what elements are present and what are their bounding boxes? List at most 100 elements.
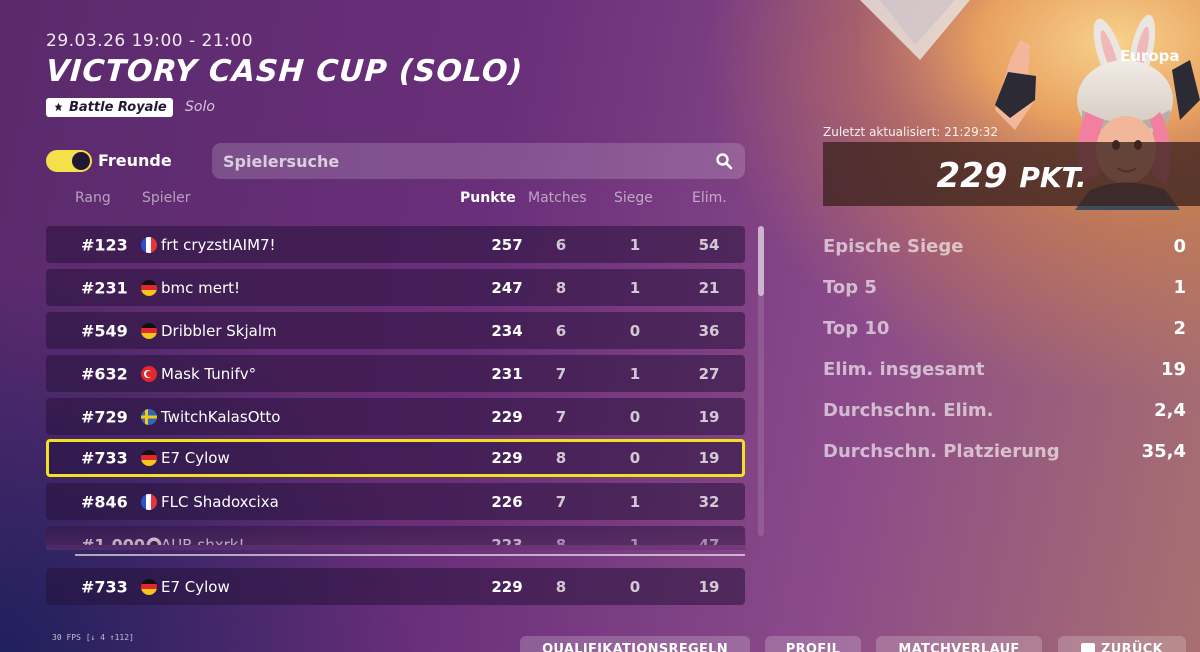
row-rank: #733 [81, 577, 128, 596]
row-player: E7 Cylow [161, 577, 230, 596]
row-matches: 8 [555, 577, 567, 596]
table-row[interactable]: #123 frt cryzstIAIM7! 257 6 1 54 [46, 226, 745, 263]
header-wins[interactable]: Siege [614, 190, 653, 206]
stat-label: Durchschn. Platzierung [823, 441, 1060, 462]
table-row[interactable]: #231 bmc mert! 247 8 1 21 [46, 269, 745, 306]
mode-subtitle: Solo [185, 99, 215, 115]
table-row[interactable]: #549 Dribbler Skjalm 234 6 0 36 [46, 312, 745, 349]
row-matches: 7 [555, 492, 567, 511]
table-row[interactable]: #632 Mask Tunifv° 231 7 1 27 [46, 355, 745, 392]
stat-value: 35,4 [1141, 441, 1186, 462]
last-updated: Zuletzt aktualisiert: 21:29:32 [823, 125, 999, 139]
table-row-current-player[interactable]: #733 E7 Cylow 229 8 0 19 [46, 439, 745, 477]
row-points: 247 [491, 278, 523, 297]
flag-de-icon [141, 322, 157, 339]
table-row[interactable]: #846 FLC Shadoxcixa 226 7 1 32 [46, 483, 745, 520]
row-wins: 0 [629, 407, 641, 426]
stat-label: Epische Siege [823, 236, 964, 257]
row-wins: 1 [629, 492, 641, 511]
row-rank: #231 [81, 278, 128, 297]
stat-value: 2,4 [1154, 400, 1186, 421]
row-player: bmc mert! [161, 278, 241, 297]
row-matches: 7 [555, 364, 567, 383]
list-scrollbar[interactable] [758, 226, 764, 536]
row-matches: 7 [555, 407, 567, 426]
search-input[interactable] [212, 143, 692, 179]
row-rank: #1.000 [81, 535, 146, 545]
mode-tag-label: Battle Royale [69, 100, 167, 115]
button-label: PROFIL [785, 642, 841, 652]
event-title: VICTORY CASH CUP (SOLO) [44, 54, 525, 89]
stat-value: 0 [1173, 236, 1186, 257]
row-player: Mask Tunifv° [161, 364, 257, 383]
row-wins: 0 [629, 577, 641, 596]
row-elims: 36 [698, 321, 720, 340]
row-player: E7 Cylow [161, 449, 230, 467]
flag-other-icon [146, 537, 162, 545]
row-elims: 19 [698, 407, 720, 426]
row-rank: #123 [81, 235, 128, 254]
table-row[interactable]: #729 TwitchKalasOtto 229 7 0 19 [46, 398, 745, 435]
header-elims[interactable]: Elim. [692, 190, 727, 206]
qualification-rules-button[interactable]: QUALIFIKATIONSREGELN [520, 636, 750, 652]
row-rank: #846 [81, 492, 128, 511]
stat-label: Top 5 [823, 277, 877, 298]
match-history-button[interactable]: MATCHVERLAUF [876, 636, 1042, 652]
row-wins: 1 [629, 278, 641, 297]
row-elims: 47 [698, 535, 720, 546]
table-row[interactable]: #1.000 AUR shxrk! 223 8 1 47 [46, 526, 745, 545]
row-matches: 6 [555, 321, 567, 340]
region-label: Europa [1120, 47, 1180, 65]
row-rank: #729 [81, 407, 128, 426]
scrollbar-thumb[interactable] [758, 226, 764, 296]
row-matches: 8 [555, 278, 567, 297]
row-wins: 1 [629, 535, 641, 546]
back-button[interactable]: ZURÜCK [1058, 636, 1186, 652]
stat-label: Elim. insgesamt [823, 359, 985, 380]
row-wins: 1 [629, 235, 641, 254]
leaderboard-list[interactable]: #123 frt cryzstIAIM7! 257 6 1 54 #231 bm… [46, 222, 746, 545]
stat-value: 2 [1173, 318, 1186, 339]
header-matches[interactable]: Matches [528, 190, 587, 206]
row-matches: 8 [555, 449, 567, 467]
stat-label: Top 10 [823, 318, 890, 339]
row-points: 257 [491, 235, 523, 254]
player-search[interactable] [212, 143, 745, 179]
flag-se-icon [141, 408, 157, 425]
row-points: 226 [491, 492, 523, 511]
row-player: TwitchKalasOtto [161, 407, 281, 426]
row-matches: 8 [555, 535, 567, 546]
row-rank: #549 [81, 321, 128, 340]
button-label: ZURÜCK [1101, 642, 1163, 652]
fps-counter: 30 FPS [↓ 4 ↑112] [52, 633, 134, 642]
row-wins: 1 [629, 364, 641, 383]
event-date: 29.03.26 19:00 - 21:00 [46, 31, 254, 51]
row-rank: #733 [81, 448, 128, 468]
pinned-player-row[interactable]: #733 E7 Cylow 229 8 0 19 [46, 568, 745, 605]
header-rank[interactable]: Rang [75, 190, 111, 206]
row-elims: 19 [698, 449, 720, 467]
search-icon[interactable] [715, 152, 733, 170]
flag-de-icon [141, 450, 157, 466]
row-matches: 6 [555, 235, 567, 254]
flag-fr-icon [141, 236, 157, 253]
header-points[interactable]: Punkte [460, 190, 516, 206]
profile-button[interactable]: PROFIL [765, 636, 861, 652]
header-player[interactable]: Spieler [142, 190, 191, 206]
friends-toggle[interactable] [46, 150, 92, 172]
row-wins: 0 [629, 449, 641, 467]
row-player: Dribbler Skjalm [161, 321, 277, 340]
stat-value: 1 [1173, 277, 1186, 298]
friends-toggle-label: Freunde [98, 151, 172, 170]
flag-fr-icon [141, 493, 157, 510]
mode-tag: Battle Royale [46, 98, 173, 117]
row-elims: 27 [698, 364, 720, 383]
row-points: 229 [491, 407, 523, 426]
row-rank: #632 [81, 364, 128, 383]
row-player: FLC Shadoxcixa [161, 492, 279, 511]
escape-key-icon [1081, 643, 1096, 652]
total-points-panel: 229 PKT. [823, 142, 1200, 206]
battle-royale-icon [54, 102, 63, 112]
flag-de-icon [141, 279, 157, 296]
row-elims: 32 [698, 492, 720, 511]
